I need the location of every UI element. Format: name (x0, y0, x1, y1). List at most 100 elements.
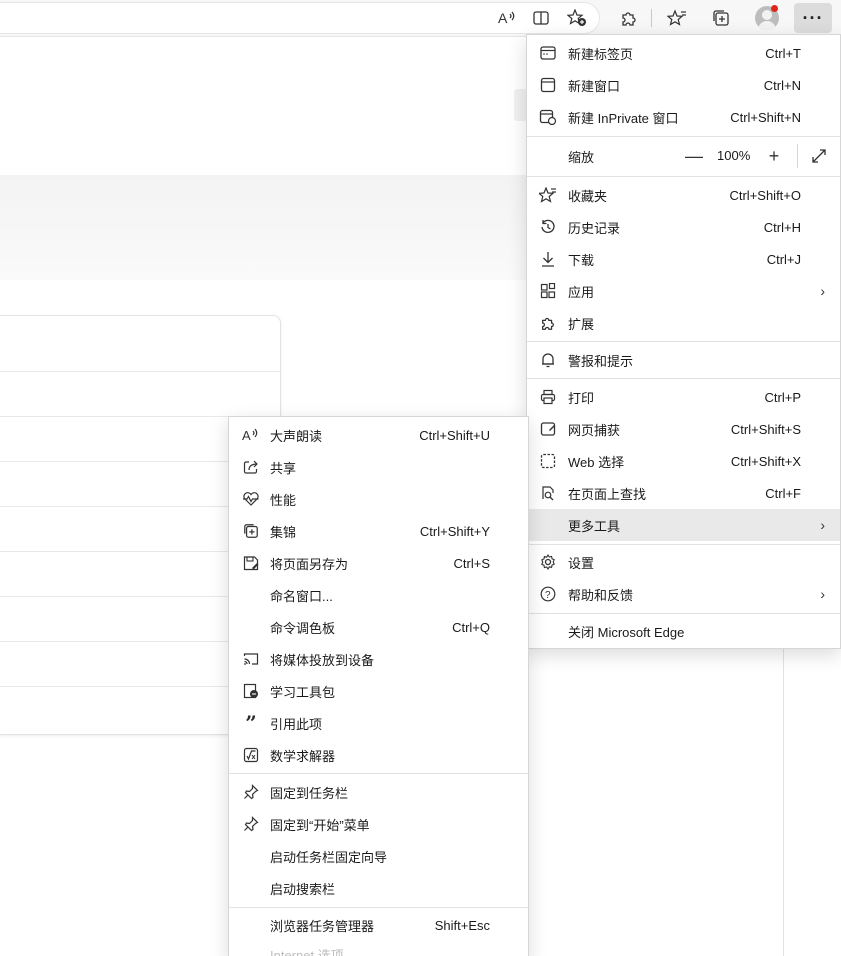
menu-item-label: Internet 选项 (270, 947, 344, 956)
history-icon (539, 218, 557, 236)
share-icon (242, 458, 260, 476)
submenu-item-learning-toolkit[interactable]: 学习工具包 (229, 675, 528, 707)
chevron-right-icon: › (820, 283, 825, 299)
menu-item-label: 浏览器任务管理器 (270, 918, 375, 934)
menu-item-shortcut: Ctrl+Shift+U (419, 427, 490, 443)
menu-item-history[interactable]: 历史记录 Ctrl+H (527, 211, 840, 243)
menu-item-label: 共享 (270, 460, 297, 476)
menu-item-shortcut: Ctrl+F (765, 485, 801, 501)
menu-item-label: 启动任务栏固定向导 (270, 849, 388, 865)
menu-item-label: 收藏夹 (568, 188, 608, 204)
submenu-item-task-manager[interactable]: 浏览器任务管理器 Shift+Esc (229, 909, 528, 941)
menu-item-label: 在页面上查找 (568, 486, 647, 502)
zoom-separator (797, 144, 798, 168)
menu-item-shortcut: Ctrl+Shift+X (730, 453, 801, 469)
extensions-icon (539, 314, 557, 332)
submenu-item-cite[interactable]: ” 引用此项 (229, 707, 528, 739)
save-page-icon (242, 554, 260, 572)
menu-item-shortcut: Ctrl+Shift+N (730, 109, 801, 125)
submenu-item-save-page[interactable]: 将页面另存为 Ctrl+S (229, 547, 528, 579)
menu-item-extensions[interactable]: 扩展 (527, 307, 840, 339)
menu-item-print[interactable]: 打印 Ctrl+P (527, 381, 840, 413)
menu-divider (527, 341, 840, 342)
menu-item-help[interactable]: ? 帮助和反馈 › (527, 578, 840, 610)
menu-item-downloads[interactable]: 下载 Ctrl+J (527, 243, 840, 275)
submenu-item-search-bar[interactable]: 启动搜索栏 (229, 872, 528, 904)
favorites-icon[interactable] (663, 4, 691, 32)
page-divider (783, 648, 784, 956)
new-tab-icon (539, 44, 557, 62)
browser-toolbar: A ··· (0, 0, 841, 37)
submenu-item-collections[interactable]: 集锦 Ctrl+Shift+Y (229, 515, 528, 547)
submenu-item-cast-media[interactable]: 将媒体投放到设备 (229, 643, 528, 675)
submenu-item-pin-wizard[interactable]: 启动任务栏固定向导 (229, 840, 528, 872)
menu-item-shortcut: Shift+Esc (434, 917, 490, 933)
menu-item-label: 固定到“开始”菜单 (270, 817, 370, 833)
menu-divider (527, 613, 840, 614)
menu-item-label: 固定到任务栏 (270, 785, 349, 801)
more-icon[interactable]: ··· (794, 3, 832, 33)
menu-item-favorites[interactable]: 收藏夹 Ctrl+Shift+O (527, 179, 840, 211)
svg-text:?: ? (545, 590, 551, 601)
menu-item-new-window[interactable]: 新建窗口 Ctrl+N (527, 69, 840, 101)
learning-toolkit-icon (242, 682, 260, 700)
menu-item-alerts[interactable]: 警报和提示 (527, 344, 840, 376)
cast-icon (242, 650, 260, 668)
split-screen-icon[interactable] (527, 4, 555, 32)
menu-item-label: 将媒体投放到设备 (270, 652, 375, 668)
menu-item-new-inprivate[interactable]: 新建 InPrivate 窗口 Ctrl+Shift+N (527, 101, 840, 133)
menu-item-label: 打印 (568, 390, 595, 406)
zoom-level: 100% (717, 148, 751, 163)
menu-item-label: 关闭 Microsoft Edge (568, 624, 685, 640)
menu-divider (527, 136, 840, 137)
read-aloud-icon[interactable]: A (493, 4, 521, 32)
menu-item-close-edge[interactable]: 关闭 Microsoft Edge (527, 615, 840, 647)
menu-item-settings[interactable]: 设置 (527, 546, 840, 578)
quote-icon: ” (245, 711, 257, 735)
zoom-out-button[interactable]: — (685, 146, 703, 166)
submenu-item-math-solver[interactable]: 数学求解器 (229, 739, 528, 771)
submenu-item-command-palette[interactable]: 命令调色板 Ctrl+Q (229, 611, 528, 643)
menu-divider (527, 544, 840, 545)
pin-icon (242, 815, 260, 833)
submenu-item-share[interactable]: 共享 (229, 451, 528, 483)
submenu-item-name-window[interactable]: 命名窗口... (229, 579, 528, 611)
extensions-icon[interactable] (615, 4, 643, 32)
menu-item-label: 启动搜索栏 (270, 881, 336, 897)
menu-item-shortcut: Ctrl+N (763, 77, 801, 93)
collections-icon[interactable] (707, 4, 735, 32)
pin-icon (242, 783, 260, 801)
submenu-item-internet-options[interactable]: Internet 选项 (229, 938, 528, 956)
help-icon: ? (539, 585, 557, 603)
more-tools-submenu: A 大声朗读 Ctrl+Shift+U 共享 性能 集锦 Ctrl+Shift+… (228, 416, 529, 956)
submenu-item-read-aloud[interactable]: A 大声朗读 Ctrl+Shift+U (229, 419, 528, 451)
menu-item-new-tab[interactable]: 新建标签页 Ctrl+T (527, 37, 840, 69)
menu-item-find[interactable]: 在页面上查找 Ctrl+F (527, 477, 840, 509)
menu-item-web-capture[interactable]: 网页捕获 Ctrl+Shift+S (527, 413, 840, 445)
submenu-item-pin-start[interactable]: 固定到“开始”菜单 (229, 808, 528, 840)
read-aloud-icon: A (242, 426, 260, 444)
menu-item-label: 帮助和反馈 (568, 587, 634, 603)
favorites-icon (539, 186, 557, 204)
menu-item-shortcut: Ctrl+P (764, 389, 801, 405)
menu-item-shortcut: Ctrl+J (766, 251, 801, 267)
menu-item-shortcut: Ctrl+T (765, 45, 801, 61)
settings-menu: 新建标签页 Ctrl+T 新建窗口 Ctrl+N 新建 InPrivate 窗口… (526, 34, 841, 649)
menu-item-label: 新建窗口 (568, 78, 621, 94)
menu-item-more-tools[interactable]: 更多工具 › (527, 509, 840, 541)
menu-item-apps[interactable]: 应用 › (527, 275, 840, 307)
menu-item-shortcut: Ctrl+H (763, 219, 801, 235)
menu-item-label: 将页面另存为 (270, 556, 349, 572)
menu-item-web-select[interactable]: Web 选择 Ctrl+Shift+X (527, 445, 840, 477)
fullscreen-icon[interactable] (810, 146, 828, 166)
chevron-right-icon: › (820, 517, 825, 533)
find-icon (539, 484, 557, 502)
add-favorite-icon[interactable] (563, 4, 591, 32)
collections-icon (242, 522, 260, 540)
submenu-item-pin-taskbar[interactable]: 固定到任务栏 (229, 776, 528, 808)
menu-item-label: 命令调色板 (270, 620, 336, 636)
menu-item-label: 设置 (568, 555, 595, 571)
zoom-in-button[interactable]: + (766, 146, 782, 166)
submenu-item-performance[interactable]: 性能 (229, 483, 528, 515)
menu-item-label: 应用 (568, 284, 595, 300)
